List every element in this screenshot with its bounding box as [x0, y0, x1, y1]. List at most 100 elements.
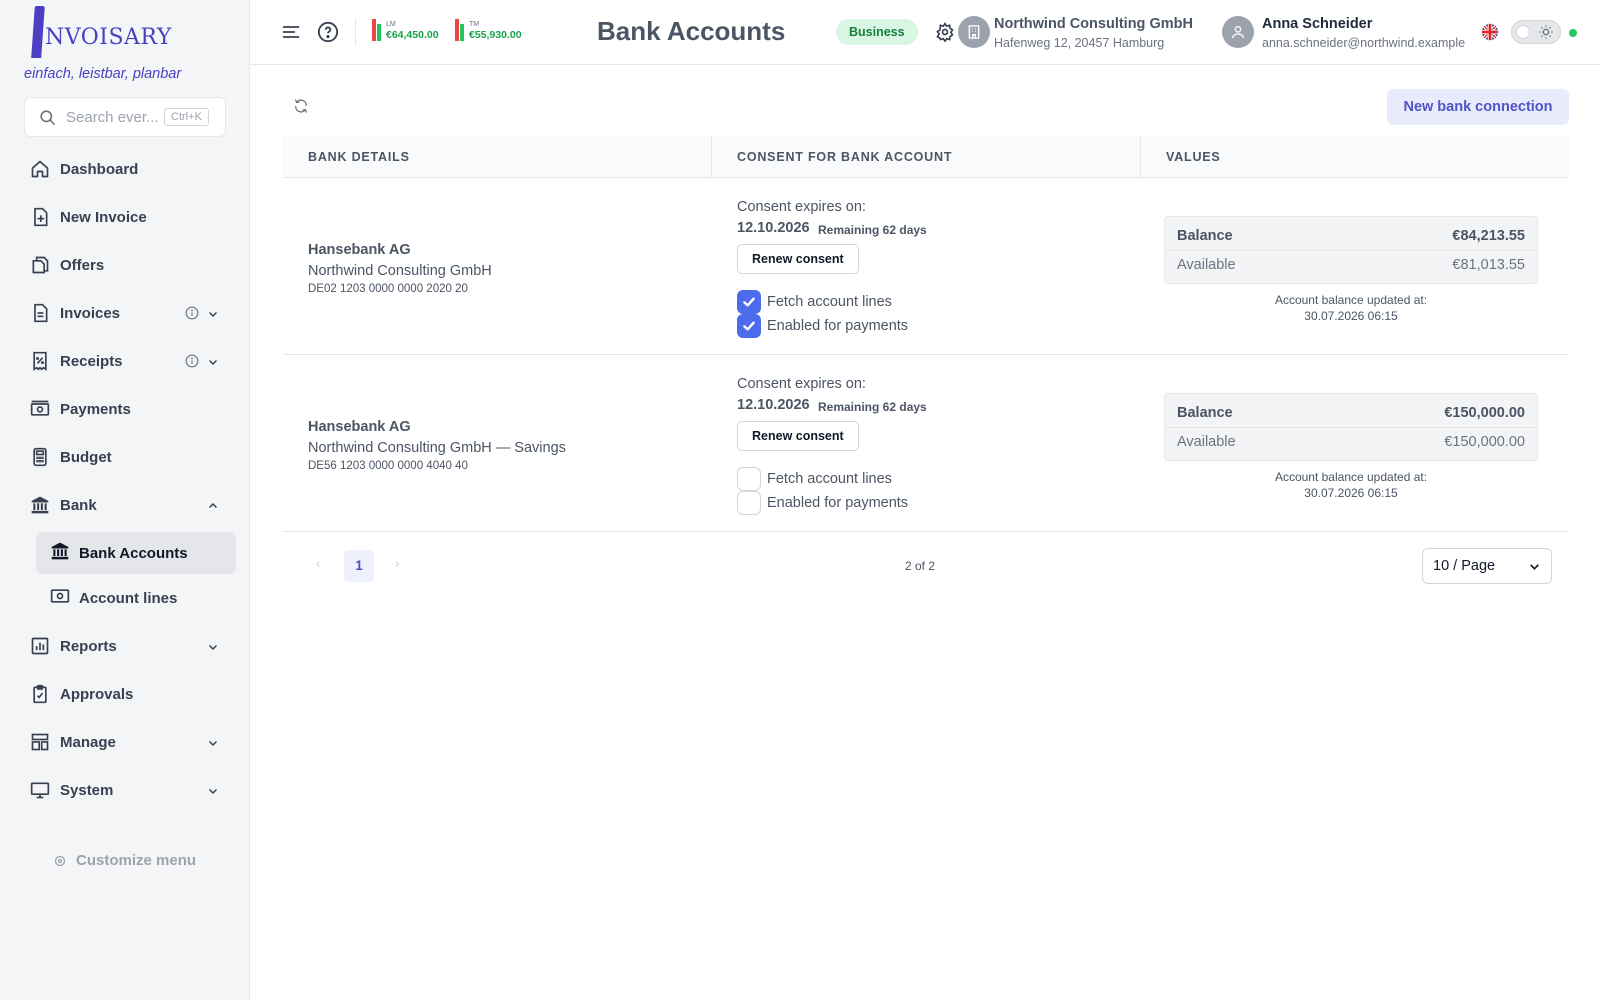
- info-icon[interactable]: [185, 354, 199, 373]
- available-line: Available €150,000.00: [1177, 434, 1525, 450]
- chevron-down-icon[interactable]: [207, 640, 219, 658]
- sidebar-item-label: Offers: [60, 256, 105, 274]
- settings-icon: [54, 855, 66, 866]
- fetch-account-lines-checkbox[interactable]: Fetch account lines: [737, 467, 892, 491]
- sidebar-item-label: Account lines: [79, 589, 178, 607]
- refresh-icon[interactable]: [293, 98, 309, 119]
- pagination-next-icon[interactable]: ›: [395, 556, 399, 571]
- global-search[interactable]: Search ever... Ctrl+K: [24, 97, 226, 137]
- renew-consent-button[interactable]: Renew consent: [737, 244, 859, 274]
- checkbox-checked[interactable]: [737, 290, 761, 314]
- sidebar-item-payments[interactable]: Payments: [0, 385, 250, 433]
- column-header-values: VALUES: [1166, 150, 1221, 164]
- chevron-down-icon[interactable]: [207, 736, 219, 754]
- sidebar-item-receipts[interactable]: Receipts: [0, 337, 250, 385]
- sidebar-item-dashboard[interactable]: Dashboard: [0, 145, 250, 193]
- column-header-consent: CONSENT FOR BANK ACCOUNT: [712, 136, 1141, 177]
- renew-consent-button[interactable]: Renew consent: [737, 421, 859, 451]
- company-avatar[interactable]: [958, 16, 990, 48]
- sidebar-item-manage[interactable]: Manage: [0, 718, 250, 766]
- chevron-up-icon[interactable]: [207, 499, 219, 517]
- sidebar-item-reports[interactable]: Reports: [0, 622, 250, 670]
- balance-line: Balance €150,000.00: [1177, 405, 1525, 421]
- bank-icon: [30, 495, 50, 515]
- bank-icon: [49, 541, 71, 566]
- checkbox-checked[interactable]: [737, 314, 761, 338]
- sidebar-item-approvals[interactable]: Approvals: [0, 670, 250, 718]
- user-name[interactable]: Anna Schneider: [1262, 16, 1372, 32]
- account-name: Northwind Consulting GmbH — Savings: [308, 440, 566, 456]
- theme-toggle[interactable]: [1511, 20, 1561, 44]
- available-label: Available: [1177, 434, 1236, 450]
- checkbox-label: Enabled for payments: [767, 495, 909, 511]
- mode-badge[interactable]: Business: [836, 19, 918, 45]
- new-bank-connection-button[interactable]: New bank connection: [1387, 89, 1569, 125]
- top-bar: LM €64,450.00 TM €55,930.00 Bank Account…: [250, 0, 1600, 65]
- help-icon[interactable]: [317, 21, 339, 48]
- sidebar-item-new-invoice[interactable]: New Invoice: [0, 193, 250, 241]
- brand-tagline: einfach, leistbar, planbar: [24, 66, 182, 82]
- divider: [1165, 250, 1537, 251]
- kpi-bars-icon: [372, 19, 382, 41]
- balance-box: Balance €150,000.00 Available €150,000.0…: [1164, 393, 1538, 461]
- chevron-down-icon[interactable]: [207, 307, 219, 325]
- balance-updated-time: 30.07.2026 06:15: [1304, 309, 1398, 323]
- available-label: Available: [1177, 257, 1236, 273]
- kpi-last-month[interactable]: LM €64,450.00: [372, 19, 439, 41]
- enabled-for-payments-checkbox[interactable]: Enabled for payments: [737, 491, 908, 515]
- uk-flag-icon[interactable]: [1481, 23, 1499, 46]
- sidebar-item-label: Manage: [60, 733, 116, 751]
- sidebar-item-invoices[interactable]: Invoices: [0, 289, 250, 337]
- banknote-icon: [30, 399, 50, 419]
- column-header-bank-details: BANK DETAILS: [283, 136, 712, 177]
- user-icon: [1232, 26, 1244, 39]
- sidebar-item-bank[interactable]: Bank: [0, 481, 250, 529]
- sidebar-item-label: New Invoice: [60, 208, 147, 226]
- balance-line: Balance €84,213.55: [1177, 228, 1525, 244]
- copy-icon: [30, 255, 50, 275]
- gear-icon[interactable]: [935, 22, 955, 47]
- chevron-down-icon[interactable]: [207, 784, 219, 802]
- sidebar-item-bank-accounts[interactable]: Bank Accounts: [36, 532, 236, 574]
- balance-label: Balance: [1177, 228, 1233, 244]
- search-input[interactable]: Search ever...: [66, 109, 158, 126]
- chevron-down-icon[interactable]: [207, 355, 219, 373]
- layout-icon: [30, 732, 50, 752]
- sidebar-item-label: Bank: [60, 496, 97, 514]
- logo-text: NVOISARY: [45, 25, 172, 50]
- sidebar-item-offers[interactable]: Offers: [0, 241, 250, 289]
- receipt-icon: [30, 351, 50, 371]
- pagination-current-page[interactable]: 1: [344, 550, 374, 582]
- consent-expiry-label: Consent expires on:: [737, 199, 866, 215]
- check-icon: [743, 297, 755, 307]
- balance-updated-label: Account balance updated at:: [1274, 470, 1428, 484]
- kpi-bars-icon: [455, 19, 465, 41]
- kpi-this-month[interactable]: TM €55,930.00: [455, 19, 522, 41]
- sidebar-item-budget[interactable]: Budget: [0, 433, 250, 481]
- account-iban: DE02 1203 0000 0000 2020 20: [308, 283, 468, 295]
- checkbox-label: Fetch account lines: [767, 471, 892, 487]
- bank-accounts-table: BANK DETAILS CONSENT FOR BANK ACCOUNT VA…: [283, 136, 1569, 532]
- user-avatar[interactable]: [1222, 16, 1254, 48]
- enabled-for-payments-checkbox[interactable]: Enabled for payments: [737, 314, 908, 338]
- company-name[interactable]: Northwind Consulting GmbH: [994, 16, 1193, 32]
- sidebar-item-system[interactable]: System: [0, 766, 250, 814]
- sidebar-item-label: Receipts: [60, 352, 123, 370]
- check-icon: [743, 321, 755, 331]
- search-shortcut: Ctrl+K: [164, 108, 209, 126]
- customize-menu-button[interactable]: Customize menu: [54, 852, 196, 869]
- pagination-prev-icon[interactable]: ‹: [316, 556, 320, 571]
- file-icon: [30, 303, 50, 323]
- fetch-account-lines-checkbox[interactable]: Fetch account lines: [737, 290, 892, 314]
- menu-toggle-icon[interactable]: [281, 22, 301, 47]
- bar-chart-icon: [30, 636, 50, 656]
- available-value: €81,013.55: [1452, 257, 1525, 273]
- balance-label: Balance: [1177, 405, 1233, 421]
- info-icon[interactable]: [185, 306, 199, 325]
- bank-name: Hansebank AG: [308, 419, 411, 435]
- sidebar-item-account-lines[interactable]: Account lines: [36, 577, 236, 619]
- checkbox-unchecked[interactable]: [737, 491, 761, 515]
- checkbox-unchecked[interactable]: [737, 467, 761, 491]
- page-size-select[interactable]: 10 / Page: [1422, 548, 1552, 584]
- brand-logo[interactable]: NVOISARY: [31, 6, 172, 58]
